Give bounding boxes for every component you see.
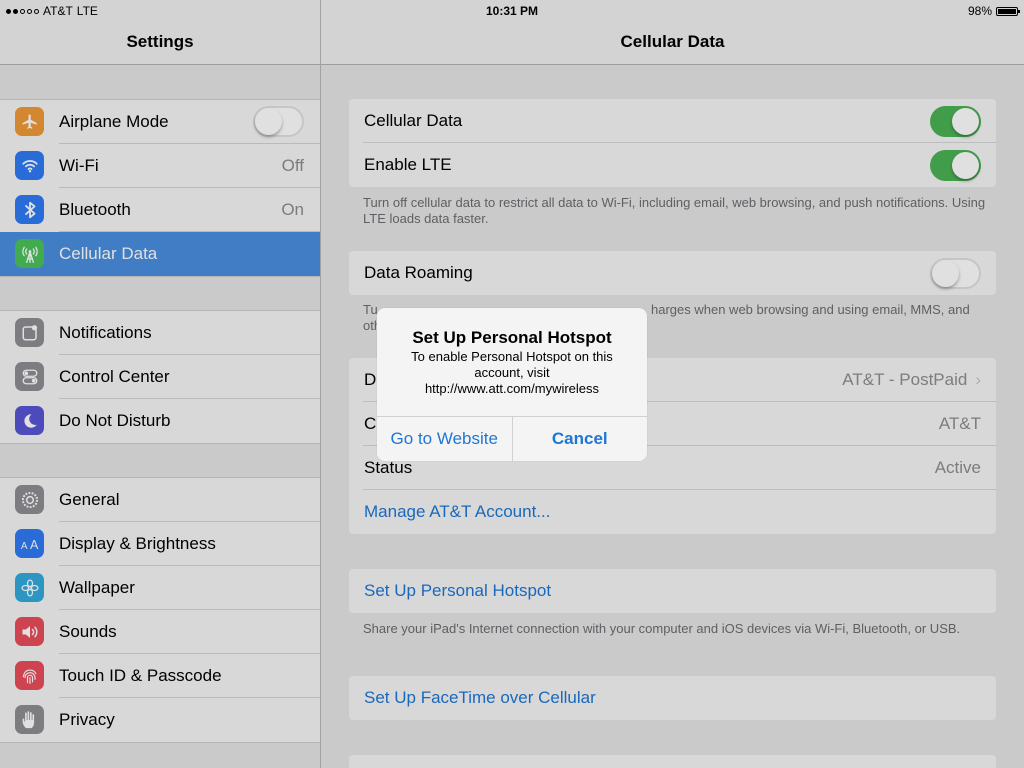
status-bar: AT&T LTE 10:31 PM 98% [0,0,1024,22]
battery-icon [996,6,1020,16]
go-to-website-button[interactable]: Go to Website [377,417,512,461]
battery-percentage: 98% [967,4,992,18]
alert-buttons: Go to Website Cancel [377,416,647,461]
status-right: 98% [967,4,1020,18]
cancel-button[interactable]: Cancel [511,417,648,461]
alert-title: Set Up Personal Hotspot [412,328,612,347]
clock: 10:31 PM [485,4,539,18]
settings-app: AT&T LTE 10:31 PM 98% Settings Airplane … [0,0,1024,768]
alert-message: To enable Personal Hotspot on this accou… [411,349,613,396]
hotspot-alert: Set Up Personal Hotspot To enable Person… [377,308,647,461]
